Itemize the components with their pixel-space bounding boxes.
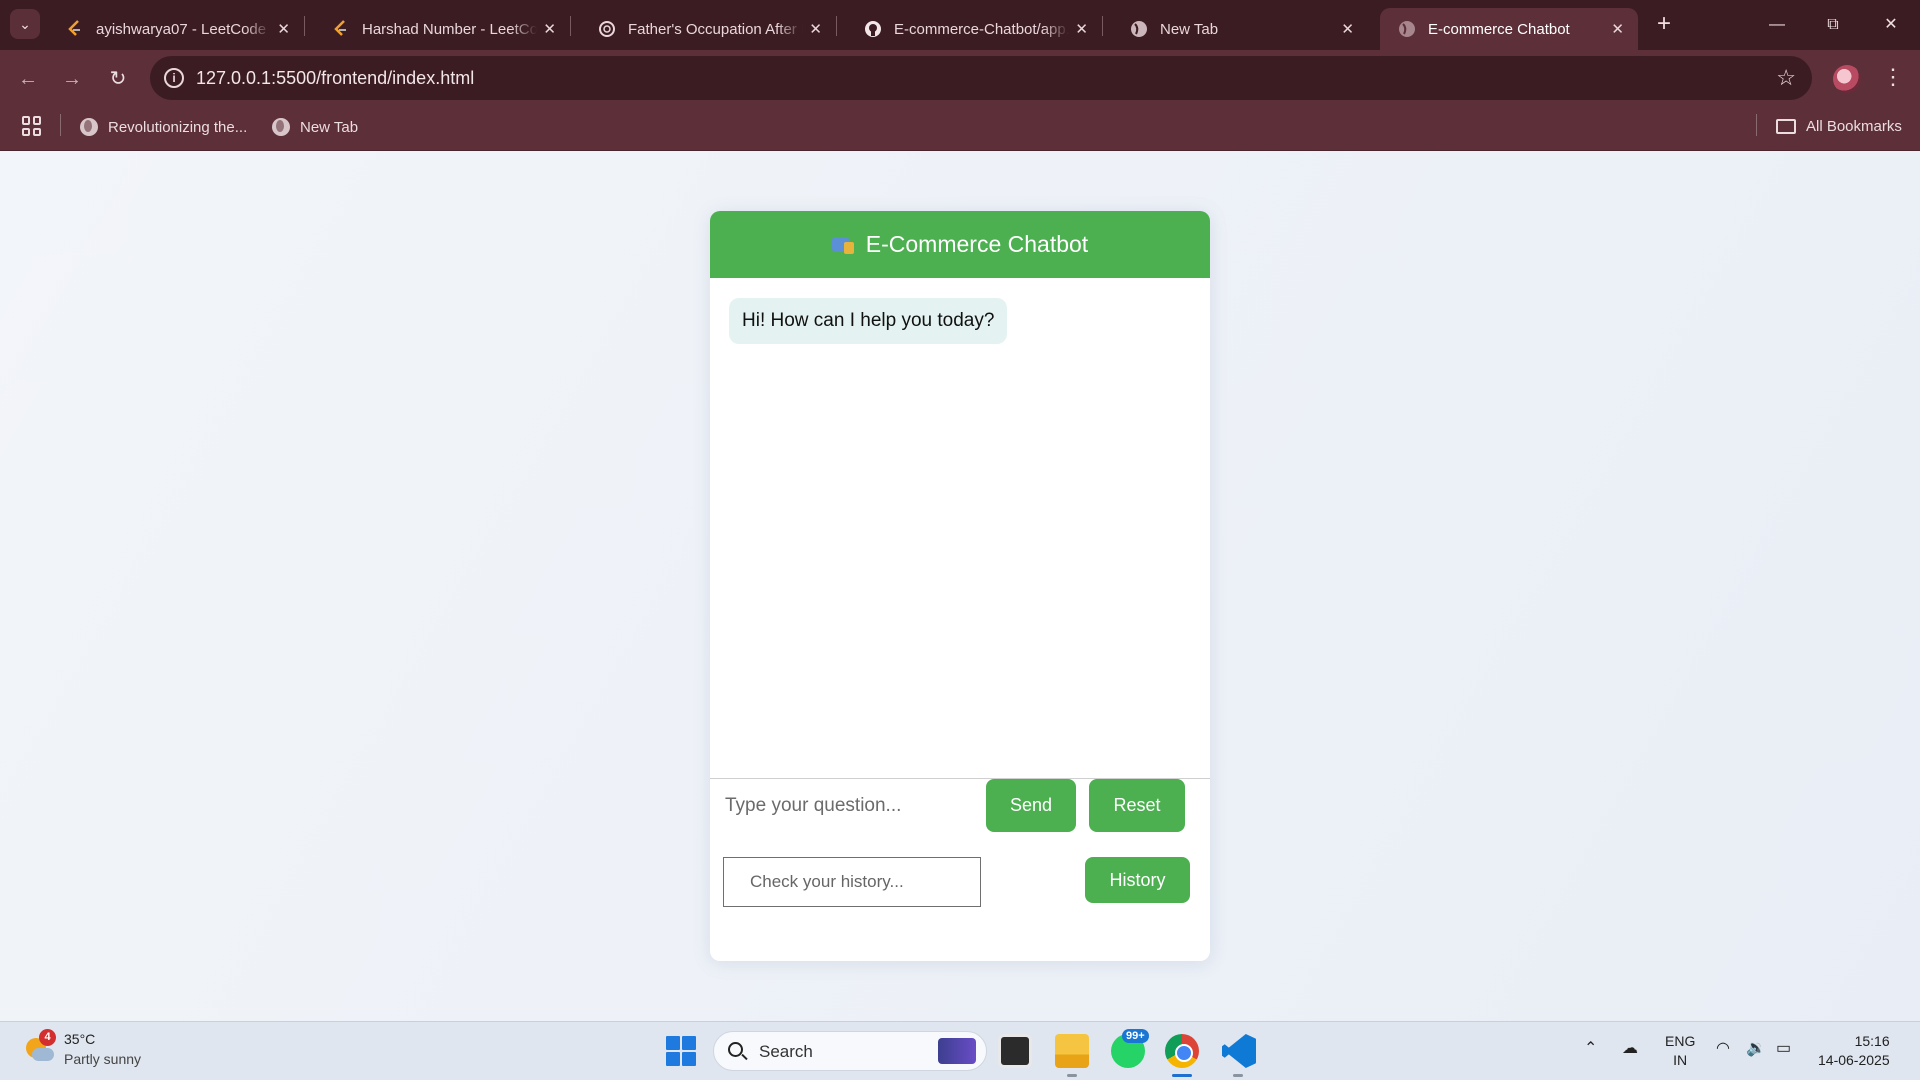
address-bar[interactable]: i 127.0.0.1:5500/frontend/index.html ☆ — [150, 56, 1812, 100]
bookmark-separator — [1756, 114, 1757, 136]
openai-icon — [598, 20, 616, 38]
close-icon[interactable]: ✕ — [1075, 20, 1088, 38]
language-code: ENG — [1665, 1033, 1696, 1049]
system-clock[interactable]: 15:16 14-06-2025 — [1818, 1032, 1890, 1070]
bookmarks-bar: Revolutionizing the... New Tab All Bookm… — [0, 108, 1920, 151]
chat-title: E-Commerce Chatbot — [865, 231, 1089, 257]
clock-time: 15:16 — [1854, 1033, 1890, 1049]
tab-separator — [570, 16, 571, 36]
minimize-icon[interactable]: — — [1757, 10, 1797, 40]
chat-input-row: Send Reset — [710, 778, 1210, 834]
close-icon[interactable]: ✕ — [809, 20, 822, 38]
folder-icon — [1776, 119, 1796, 134]
shopping-emoji-icon — [831, 235, 856, 255]
close-icon[interactable]: ✕ — [1341, 20, 1354, 38]
globe-icon — [1130, 20, 1148, 38]
bookmark-separator — [60, 114, 61, 136]
all-bookmarks-label: All Bookmarks — [1806, 118, 1902, 135]
back-icon[interactable]: ← — [14, 65, 42, 93]
bookmark-label: Revolutionizing the... — [108, 118, 248, 136]
tab-strip: ⌄ ayishwarya07 - LeetCode Profile ✕ Hars… — [0, 0, 1920, 50]
weather-description[interactable]: Partly sunny — [64, 1051, 141, 1067]
restore-icon[interactable]: ⧉ — [1813, 10, 1853, 40]
tab-github-app[interactable]: E-commerce-Chatbot/app.py ✕ — [846, 8, 1103, 50]
chevron-down-icon: ⌄ — [19, 15, 31, 32]
battery-icon[interactable]: ▭ — [1776, 1038, 1791, 1058]
cloud-sync-icon[interactable]: ☁ — [1622, 1038, 1638, 1058]
bookmark-new-tab[interactable]: New Tab — [272, 118, 358, 136]
globe-icon — [80, 118, 98, 136]
tab-separator — [1102, 16, 1103, 36]
running-indicator — [1233, 1074, 1243, 1077]
reset-button[interactable]: Reset — [1089, 779, 1185, 832]
tab-ecommerce-chatbot[interactable]: E-commerce Chatbot ✕ — [1380, 8, 1638, 50]
tab-title: New Tab — [1160, 20, 1219, 38]
tab-title: ayishwarya07 - LeetCode Profile — [96, 20, 271, 38]
bookmark-label: New Tab — [300, 118, 359, 136]
chevron-up-icon[interactable]: ⌃ — [1584, 1038, 1597, 1058]
leetcode-icon — [66, 20, 84, 38]
wifi-icon[interactable]: ◠ — [1716, 1038, 1730, 1058]
tab-harshad-number[interactable]: Harshad Number - LeetCode ✕ — [314, 8, 571, 50]
tab-new-tab[interactable]: New Tab ✕ — [1112, 8, 1368, 50]
taskbar-search[interactable]: Search — [713, 1031, 987, 1071]
tab-title: E-commerce Chatbot — [1428, 20, 1570, 38]
task-view-icon[interactable] — [998, 1034, 1032, 1068]
leetcode-icon — [332, 20, 350, 38]
question-input[interactable] — [710, 779, 980, 833]
github-icon — [864, 20, 882, 38]
tab-title: Father's Occupation After Retirement — [628, 20, 803, 38]
tab-separator — [836, 16, 837, 36]
weather-badge: 4 — [39, 1029, 56, 1046]
whatsapp-badge: 99+ — [1122, 1029, 1149, 1043]
window-close-icon[interactable]: ✕ — [1871, 10, 1911, 40]
site-info-icon[interactable]: i — [164, 68, 184, 88]
chatbot-container: E-Commerce Chatbot Hi! How can I help yo… — [710, 211, 1210, 961]
url-text: 127.0.0.1:5500/frontend/index.html — [196, 68, 475, 88]
taskbar: 4 35°C Partly sunny Search 99+ ⌃ ☁ ENG I… — [0, 1021, 1920, 1080]
bookmark-star-icon[interactable]: ☆ — [1776, 65, 1796, 91]
chrome-icon[interactable] — [1165, 1034, 1199, 1068]
weather-temperature[interactable]: 35°C — [64, 1031, 95, 1047]
close-icon[interactable]: ✕ — [543, 20, 556, 38]
language-indicator[interactable]: ENG IN — [1665, 1032, 1695, 1070]
apps-grid-icon[interactable] — [22, 116, 42, 136]
history-button[interactable]: History — [1085, 857, 1190, 903]
tab-chatgpt[interactable]: Father's Occupation After Retirement ✕ — [580, 8, 837, 50]
active-indicator — [1172, 1074, 1192, 1077]
tab-separator — [304, 16, 305, 36]
globe-icon — [272, 118, 290, 136]
tab-search-button[interactable]: ⌄ — [10, 9, 40, 39]
globe-icon — [1398, 20, 1416, 38]
menu-icon[interactable]: ⋮ — [1882, 64, 1904, 90]
forward-icon[interactable]: → — [58, 65, 86, 93]
close-icon[interactable]: ✕ — [1611, 20, 1624, 38]
new-tab-button[interactable]: + — [1650, 10, 1678, 38]
tab-title: Harshad Number - LeetCode — [362, 20, 537, 38]
tab-leetcode-profile[interactable]: ayishwarya07 - LeetCode Profile ✕ — [48, 8, 305, 50]
vscode-icon[interactable] — [1222, 1034, 1256, 1068]
speaker-icon[interactable]: 🔉 — [1746, 1038, 1766, 1058]
all-bookmarks-button[interactable]: All Bookmarks — [1776, 118, 1902, 135]
clapperboard-icon — [938, 1038, 976, 1064]
chat-messages: Hi! How can I help you today? — [710, 278, 1210, 790]
search-icon — [728, 1042, 743, 1057]
profile-avatar[interactable] — [1833, 65, 1861, 93]
tab-title: E-commerce-Chatbot/app.py — [894, 20, 1069, 38]
chat-header: E-Commerce Chatbot — [710, 211, 1210, 278]
file-explorer-icon[interactable] — [1055, 1034, 1089, 1068]
bot-message: Hi! How can I help you today? — [729, 298, 1008, 344]
running-indicator — [1067, 1074, 1077, 1077]
browser-toolbar: ← → ↻ i 127.0.0.1:5500/frontend/index.ht… — [0, 50, 1920, 108]
bookmark-revolutionizing[interactable]: Revolutionizing the... — [80, 118, 247, 136]
windows-start-icon[interactable] — [666, 1036, 696, 1066]
region-code: IN — [1673, 1052, 1688, 1068]
send-button[interactable]: Send — [986, 779, 1076, 832]
close-icon[interactable]: ✕ — [277, 20, 290, 38]
page-viewport: E-Commerce Chatbot Hi! How can I help yo… — [0, 151, 1920, 1021]
history-input[interactable] — [723, 857, 981, 907]
taskbar-search-label: Search — [759, 1042, 813, 1061]
clock-date: 14-06-2025 — [1818, 1052, 1890, 1068]
reload-icon[interactable]: ↻ — [104, 65, 132, 93]
